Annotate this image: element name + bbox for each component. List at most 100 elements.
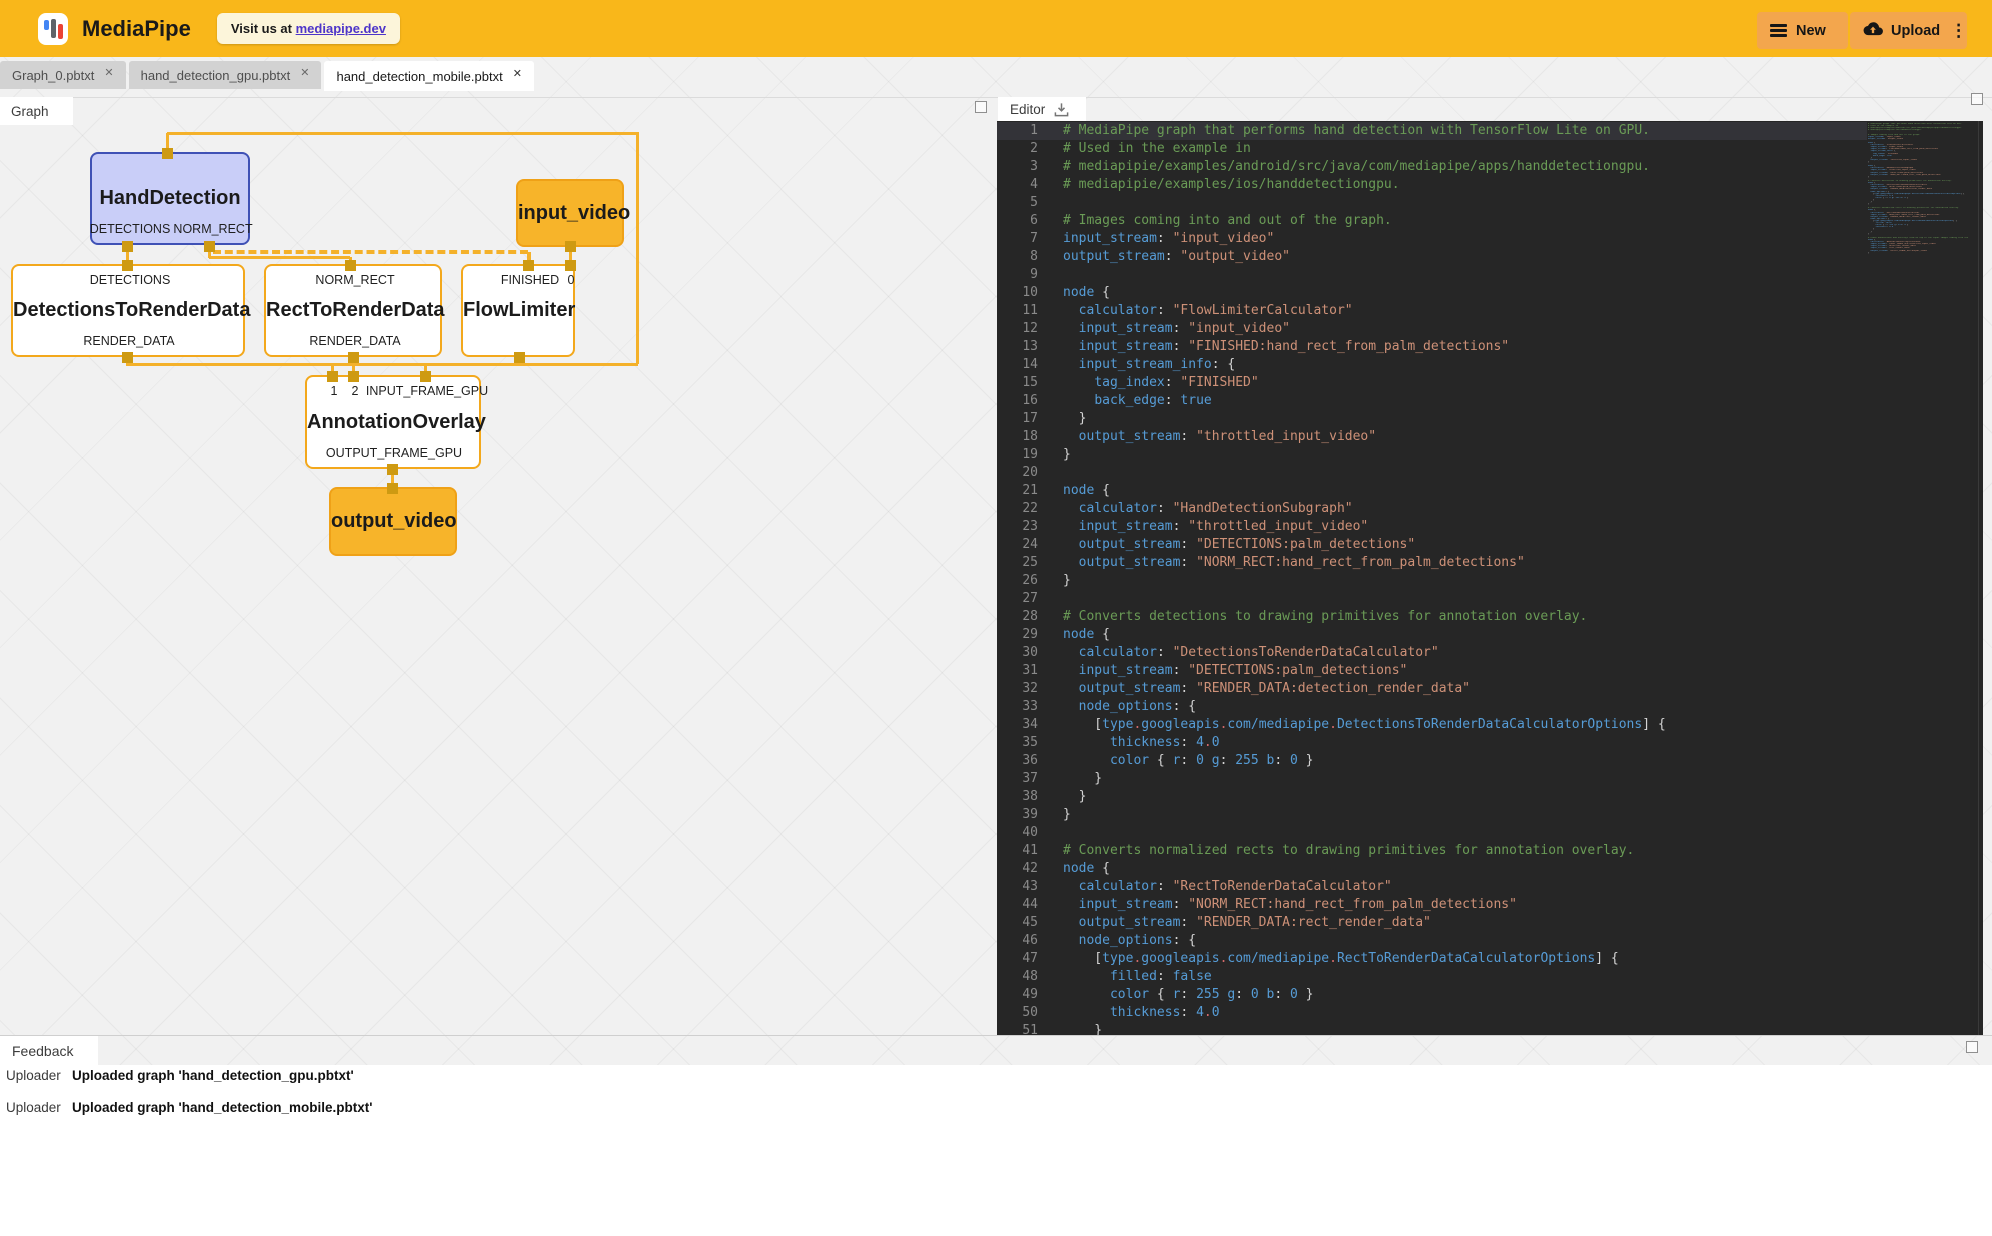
line-number: 50 <box>997 1004 1038 1022</box>
line-content: thickness: 4.0 <box>1063 734 1220 752</box>
feedback-message: Uploaded graph 'hand_detection_mobile.pb… <box>72 1100 372 1115</box>
minimap-line: # Draws annotations and overlays them on… <box>1868 237 1968 239</box>
code-line: 13 input_stream: "FINISHED:hand_rect_fro… <box>997 338 1867 356</box>
code-lines[interactable]: 1 # MediaPipe graph that performs hand de… <box>997 122 1867 1035</box>
detections-to-render-data-node[interactable]: DETECTIONSDetectionsToRenderDataRENDER_D… <box>11 264 245 357</box>
node-title: input_video <box>518 202 622 225</box>
line-number: 28 <box>997 608 1038 626</box>
code-line: 40 <box>997 824 1867 842</box>
port-label: 2 <box>352 384 359 398</box>
hand-detection-node[interactable]: HandDetectionDETECTIONSNORM_RECT <box>90 152 250 245</box>
file-tab[interactable]: hand_detection_gpu.pbtxt✕ <box>129 61 322 89</box>
line-number: 37 <box>997 770 1038 788</box>
editor-scrollbar[interactable] <box>1978 121 1979 1035</box>
cloud-upload-icon <box>1863 21 1883 40</box>
line-number: 16 <box>997 392 1038 410</box>
code-line: 5 <box>997 194 1867 212</box>
line-content: [type.googleapis.com/mediapipe.RectToRen… <box>1063 950 1619 968</box>
code-line: 2# Used in the example in <box>997 140 1867 158</box>
minimap[interactable]: # MediaPipe graph that performs hand det… <box>1868 123 1968 1031</box>
code-line: 25 output_stream: "NORM_RECT:hand_rect_f… <box>997 554 1867 572</box>
close-icon[interactable]: ✕ <box>300 66 309 79</box>
code-line: 46 node_options: { <box>997 932 1867 950</box>
output-video-node[interactable]: output_video <box>329 487 457 556</box>
line-content: # mediapipie/examples/android/src/java/c… <box>1063 158 1650 176</box>
line-content: # Converts normalized rects to drawing p… <box>1063 842 1634 860</box>
line-number: 19 <box>997 446 1038 464</box>
line-content: output_stream: "RENDER_DATA:rect_render_… <box>1063 914 1431 932</box>
line-number: 25 <box>997 554 1038 572</box>
new-button[interactable]: New <box>1757 12 1848 49</box>
tab-graph[interactable]: Graph <box>0 97 73 125</box>
line-number: 12 <box>997 320 1038 338</box>
visit-label: Visit us at <box>231 21 292 36</box>
line-number: 30 <box>997 644 1038 662</box>
code-line: 18 output_stream: "throttled_input_video… <box>997 428 1867 446</box>
line-number: 13 <box>997 338 1038 356</box>
annotation-overlay-node[interactable]: 12INPUT_FRAME_GPUAnnotationOverlayOUTPUT… <box>305 375 481 469</box>
line-content: node { <box>1063 482 1110 500</box>
line-number: 39 <box>997 806 1038 824</box>
line-number: 6 <box>997 212 1038 230</box>
line-content: node { <box>1063 284 1110 302</box>
upload-button[interactable]: Upload ⋮ <box>1850 12 1967 49</box>
expand-feedback-panel-icon[interactable] <box>1966 1041 1978 1053</box>
line-content: color { r: 0 g: 255 b: 0 } <box>1063 752 1314 770</box>
line-content: node_options: { <box>1063 698 1196 716</box>
more-options-icon[interactable]: ⋮ <box>1950 21 1967 41</box>
tab-editor[interactable]: Editor <box>998 97 1086 121</box>
line-number: 38 <box>997 788 1038 806</box>
port-connector <box>523 260 534 271</box>
code-editor[interactable]: 1 # MediaPipe graph that performs hand de… <box>997 121 1983 1035</box>
line-number: 10 <box>997 284 1038 302</box>
line-content: filled: false <box>1063 968 1212 986</box>
line-number: 1 <box>997 122 1038 140</box>
line-content: input_stream: "input_video" <box>1063 320 1290 338</box>
line-number: 41 <box>997 842 1038 860</box>
close-icon[interactable]: ✕ <box>104 66 113 79</box>
line-number: 18 <box>997 428 1038 446</box>
code-line: 3# mediapipie/examples/android/src/java/… <box>997 158 1867 176</box>
download-icon[interactable] <box>1054 102 1069 117</box>
input-video-node[interactable]: input_video <box>516 179 624 247</box>
line-number: 5 <box>997 194 1038 212</box>
feedback-divider <box>0 1035 1992 1036</box>
line-content: output_stream: "throttled_input_video" <box>1063 428 1376 446</box>
code-line: 14 input_stream_info: { <box>997 356 1867 374</box>
line-content: node_options: { <box>1063 932 1196 950</box>
rect-to-render-data-node[interactable]: NORM_RECTRectToRenderDataRENDER_DATA <box>264 264 442 357</box>
line-number: 24 <box>997 536 1038 554</box>
close-icon[interactable]: ✕ <box>513 67 522 80</box>
flow-limiter-node[interactable]: FINISHED0FlowLimiter <box>461 264 575 357</box>
expand-graph-panel-icon[interactable] <box>975 101 987 113</box>
code-line: 45 output_stream: "RENDER_DATA:rect_rend… <box>997 914 1867 932</box>
line-content: node { <box>1063 860 1110 878</box>
editor-tab-label: Editor <box>1010 102 1045 117</box>
expand-editor-panel-icon[interactable] <box>1971 93 1983 105</box>
line-number: 11 <box>997 302 1038 320</box>
code-line: 26} <box>997 572 1867 590</box>
line-number: 45 <box>997 914 1038 932</box>
file-tab[interactable]: hand_detection_mobile.pbtxt ✕ <box>324 61 533 91</box>
code-line: 50 thickness: 4.0 <box>997 1004 1867 1022</box>
line-content: # Images coming into and out of the grap… <box>1063 212 1392 230</box>
graph-edge <box>167 132 639 135</box>
code-line: 1 # MediaPipe graph that performs hand de… <box>997 122 1867 140</box>
code-line: 49 color { r: 255 g: 0 b: 0 } <box>997 986 1867 1004</box>
line-content: } <box>1063 446 1071 464</box>
code-line: 51 } <box>997 1022 1867 1035</box>
mediapipe-dev-link[interactable]: mediapipe.dev <box>296 21 386 36</box>
file-tab[interactable]: Graph_0.pbtxt✕ <box>0 61 126 89</box>
port-label: DETECTIONS <box>90 273 171 287</box>
line-number: 47 <box>997 950 1038 968</box>
port-label: 0 <box>568 273 575 287</box>
tab-feedback[interactable]: Feedback <box>0 1036 98 1065</box>
port-connector <box>565 260 576 271</box>
node-title: HandDetection <box>92 187 248 210</box>
line-content: # MediaPipe graph that performs hand det… <box>1063 122 1650 140</box>
line-number: 40 <box>997 824 1038 842</box>
port-label: FINISHED <box>501 273 559 287</box>
file-tab-label: hand_detection_mobile.pbtxt <box>336 69 502 84</box>
line-number: 35 <box>997 734 1038 752</box>
line-content: calculator: "FlowLimiterCalculator" <box>1063 302 1353 320</box>
